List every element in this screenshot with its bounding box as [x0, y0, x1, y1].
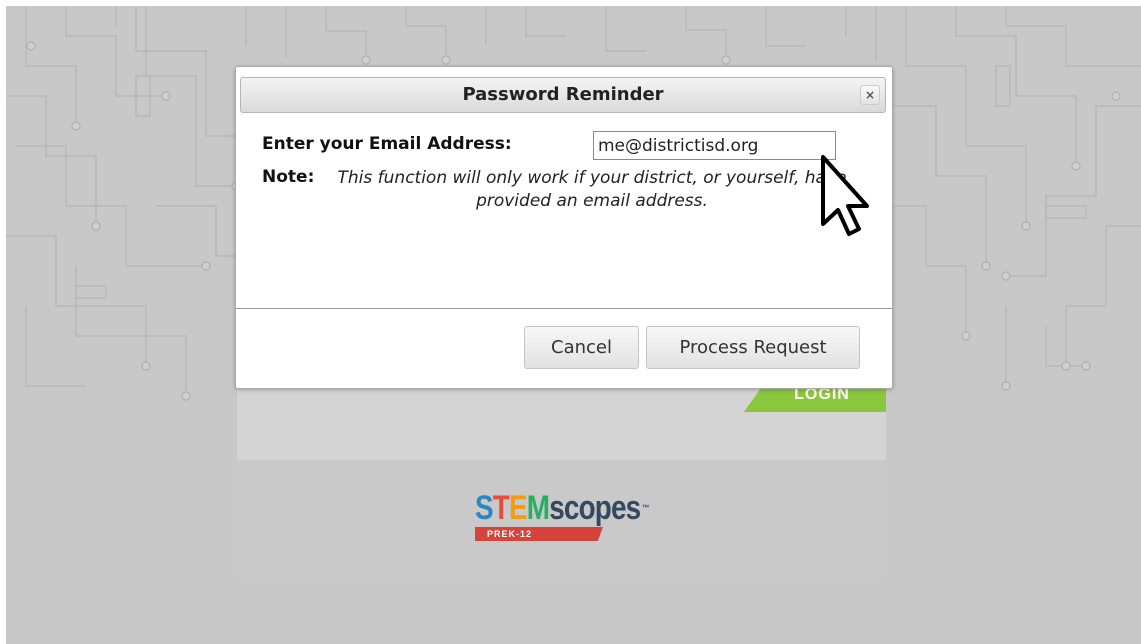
logo-band: STEMscopes ™ PREK-12: [237, 460, 886, 578]
login-button[interactable]: LOGIN: [744, 388, 886, 412]
cancel-button[interactable]: Cancel: [524, 326, 639, 369]
login-card: LOGIN: [237, 388, 886, 460]
note-text: This function will only work if your dis…: [337, 168, 847, 211]
process-request-button[interactable]: Process Request: [646, 326, 860, 369]
logo-wordmark: STEMscopes ™: [475, 489, 649, 527]
email-field[interactable]: [593, 131, 836, 160]
email-label: Enter your Email Address:: [262, 134, 512, 154]
page-background: LOGIN STEMscopes ™ PREK-12 Password Remin…: [6, 6, 1141, 644]
logo-tagline-banner: PREK-12: [475, 527, 603, 541]
dialog-divider: [236, 308, 892, 309]
stemscopes-logo: STEMscopes ™ PREK-12: [475, 488, 655, 544]
dialog-title: Password Reminder: [462, 84, 664, 105]
password-reminder-dialog: Password Reminder × Enter your Email Add…: [235, 66, 893, 389]
note-label: Note:: [262, 167, 315, 187]
dialog-titlebar[interactable]: Password Reminder ×: [240, 77, 886, 113]
mouse-pointer-icon: [821, 155, 869, 236]
close-icon[interactable]: ×: [860, 85, 880, 105]
